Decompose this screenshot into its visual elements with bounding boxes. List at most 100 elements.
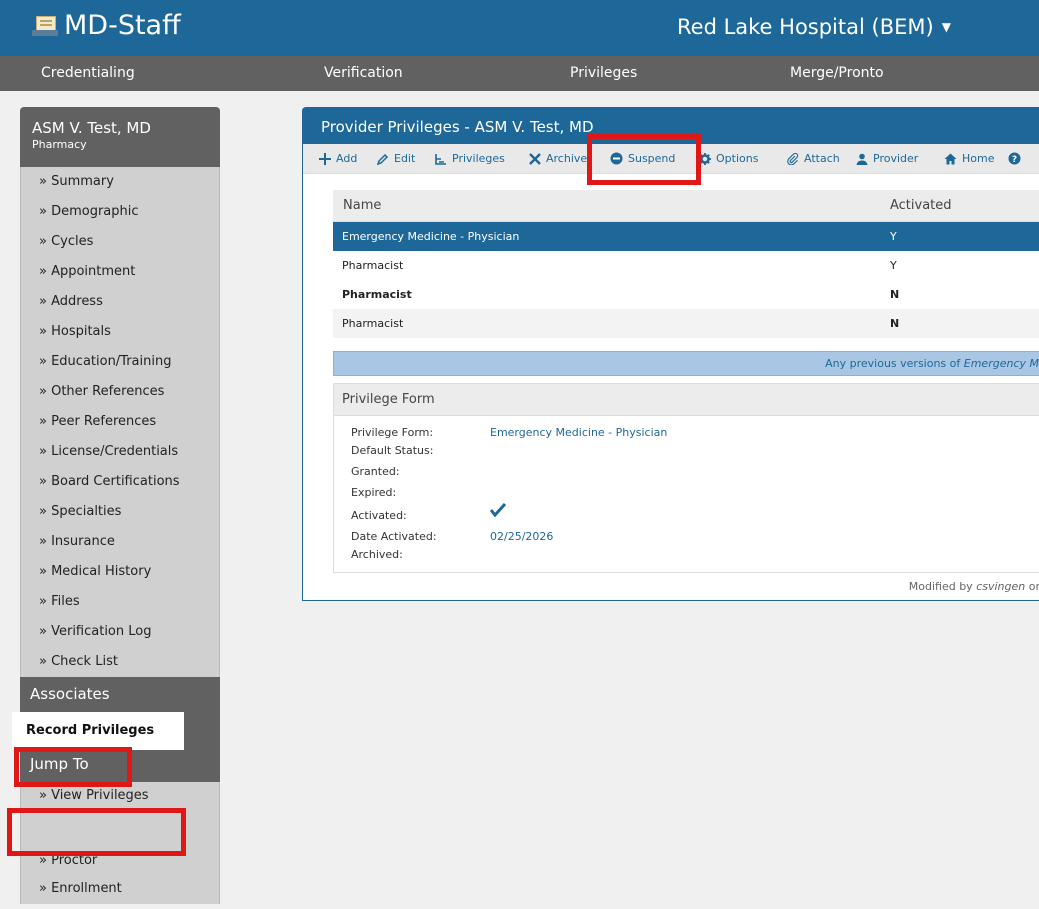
provider-button[interactable]: Provider — [856, 152, 918, 165]
checkmark-icon — [490, 503, 506, 517]
sidebar-item-cycles[interactable]: » Cycles — [21, 227, 219, 257]
pencil-icon — [377, 153, 389, 165]
modified-user: csvingen — [976, 580, 1026, 593]
form-row-activated: Activated: — [351, 503, 506, 522]
sidebar-item-education[interactable]: » Education/Training — [21, 347, 219, 377]
highlight-record-privileges — [7, 808, 186, 856]
sidebar-item-peer-references[interactable]: » Peer References — [21, 407, 219, 437]
sidebar-item-demographic[interactable]: » Demographic — [21, 197, 219, 227]
caret-down-icon: ▼ — [941, 20, 951, 34]
archive-button[interactable]: Archive — [529, 152, 587, 165]
cell-name: Emergency Medicine - Physician — [342, 230, 520, 243]
label-privilege-form: Privilege Form: — [351, 426, 434, 439]
add-button[interactable]: Add — [319, 152, 357, 165]
svg-text:?: ? — [1012, 155, 1017, 165]
logo-icon — [32, 15, 58, 36]
form-row-privilege-form: Privilege Form: Emergency Medicine - Phy… — [351, 426, 667, 439]
form-row-archived: Archived: — [351, 548, 490, 561]
hospital-selector[interactable]: Red Lake Hospital (BEM) ▼ — [677, 15, 951, 39]
nav-privileges[interactable]: Privileges — [570, 65, 637, 81]
highlight-suspend — [587, 134, 701, 185]
label-date-activated: Date Activated: — [351, 530, 437, 543]
sidebar-item-verification-log[interactable]: » Verification Log — [21, 617, 219, 647]
attach-button[interactable]: Attach — [787, 152, 840, 165]
archive-label: Archive — [546, 152, 588, 165]
sidebar-item-medical-history[interactable]: » Medical History — [21, 557, 219, 587]
label-activated: Activated: — [351, 509, 407, 522]
table-row[interactable]: Emergency Medicine - Physician Y — [333, 222, 1039, 251]
cell-activated: N — [890, 288, 900, 301]
form-row-default-status: Default Status: — [351, 444, 490, 457]
sidebar-item-other-references[interactable]: » Other References — [21, 377, 219, 407]
sidebar-item-appointment[interactable]: » Appointment — [21, 257, 219, 287]
sidebar-cat-associates[interactable]: Associates — [20, 677, 220, 712]
label-default-status: Default Status: — [351, 444, 434, 457]
paperclip-icon — [787, 152, 799, 165]
hierarchy-icon — [435, 153, 446, 165]
user-icon — [856, 153, 868, 165]
col-name-header[interactable]: Name — [333, 198, 888, 213]
cell-name: Pharmacist — [342, 317, 404, 330]
modified-prefix: Modified by — [908, 580, 977, 593]
table-row[interactable]: Pharmacist N — [333, 280, 1039, 309]
edit-button[interactable]: Edit — [377, 152, 415, 165]
privilege-form-title: Privilege Form — [334, 384, 1039, 416]
sidebar-item-board-certifications[interactable]: » Board Certifications — [21, 467, 219, 497]
value-privilege-form[interactable]: Emergency Medicine - Physician — [490, 426, 667, 439]
home-icon — [944, 153, 957, 164]
modified-by: Modified by csvingen or — [333, 580, 1039, 593]
form-row-date-activated: Date Activated: 02/25/2026 — [351, 530, 553, 543]
table-row[interactable]: Pharmacist Y — [333, 251, 1039, 280]
sidebar-item-files[interactable]: » Files — [21, 587, 219, 617]
add-label: Add — [336, 152, 358, 165]
nav-verification[interactable]: Verification — [324, 65, 403, 81]
cell-activated: Y — [890, 259, 897, 272]
label-expired: Expired: — [351, 486, 397, 499]
privilege-form-box: Privilege Form Privilege Form: Emergency… — [333, 383, 1039, 573]
form-row-granted: Granted: — [351, 465, 490, 478]
home-button[interactable]: Home — [944, 152, 994, 165]
jump-item-enrollment[interactable]: » Enrollment — [21, 874, 219, 904]
cell-name: Pharmacist — [342, 259, 404, 272]
privileges-label: Privileges — [452, 152, 505, 165]
sidebar-list: » Summary » Demographic » Cycles » Appoi… — [20, 167, 220, 677]
provider-name: ASM V. Test, MD — [32, 119, 151, 137]
sidebar-item-insurance[interactable]: » Insurance — [21, 527, 219, 557]
plus-icon — [319, 152, 331, 165]
sidebar-item-check-list[interactable]: » Check List — [21, 647, 219, 677]
previous-versions-notice: Any previous versions of Emergency M — [333, 351, 1039, 376]
label-archived: Archived: — [351, 548, 403, 561]
nav-merge-pronto[interactable]: Merge/Pronto — [790, 65, 884, 81]
edit-label: Edit — [394, 152, 416, 165]
help-icon: ? — [1008, 152, 1021, 165]
app-title: MD-Staff — [64, 10, 181, 41]
sidebar-item-summary[interactable]: » Summary — [21, 167, 219, 197]
attach-label: Attach — [804, 152, 840, 165]
hospital-name: Red Lake Hospital (BEM) — [677, 15, 934, 39]
col-activated-header[interactable]: Activated — [888, 198, 1039, 213]
provider-header: ASM V. Test, MD Pharmacy — [20, 107, 220, 167]
sidebar-item-address[interactable]: » Address — [21, 287, 219, 317]
options-button[interactable]: Options — [699, 152, 758, 165]
highlight-jump-to — [14, 747, 132, 787]
notice-em: Emergency M — [963, 357, 1039, 370]
modified-suffix: or — [1025, 580, 1039, 593]
privileges-table: Name Activated Emergency Medicine - Phys… — [333, 190, 1039, 338]
cell-activated: N — [890, 317, 900, 330]
x-icon — [529, 152, 541, 165]
sidebar-item-license[interactable]: » License/Credentials — [21, 437, 219, 467]
table-header: Name Activated — [333, 190, 1039, 222]
help-button[interactable]: ? — [1008, 152, 1026, 165]
nav-credentialing[interactable]: Credentialing — [41, 65, 135, 81]
jump-item-record-privileges[interactable]: Record Privileges — [12, 712, 184, 750]
privileges-button[interactable]: Privileges — [435, 152, 505, 165]
sidebar-item-specialties[interactable]: » Specialties — [21, 497, 219, 527]
table-row[interactable]: Pharmacist N — [333, 309, 1039, 338]
app-logo[interactable]: MD-Staff — [32, 10, 181, 41]
label-granted: Granted: — [351, 465, 400, 478]
provider-label: Provider — [873, 152, 919, 165]
main-nav: Credentialing Verification Privileges Me… — [0, 56, 1039, 91]
notice-text: Any previous versions of — [825, 357, 964, 370]
form-row-expired: Expired: — [351, 486, 490, 499]
sidebar-item-hospitals[interactable]: » Hospitals — [21, 317, 219, 347]
